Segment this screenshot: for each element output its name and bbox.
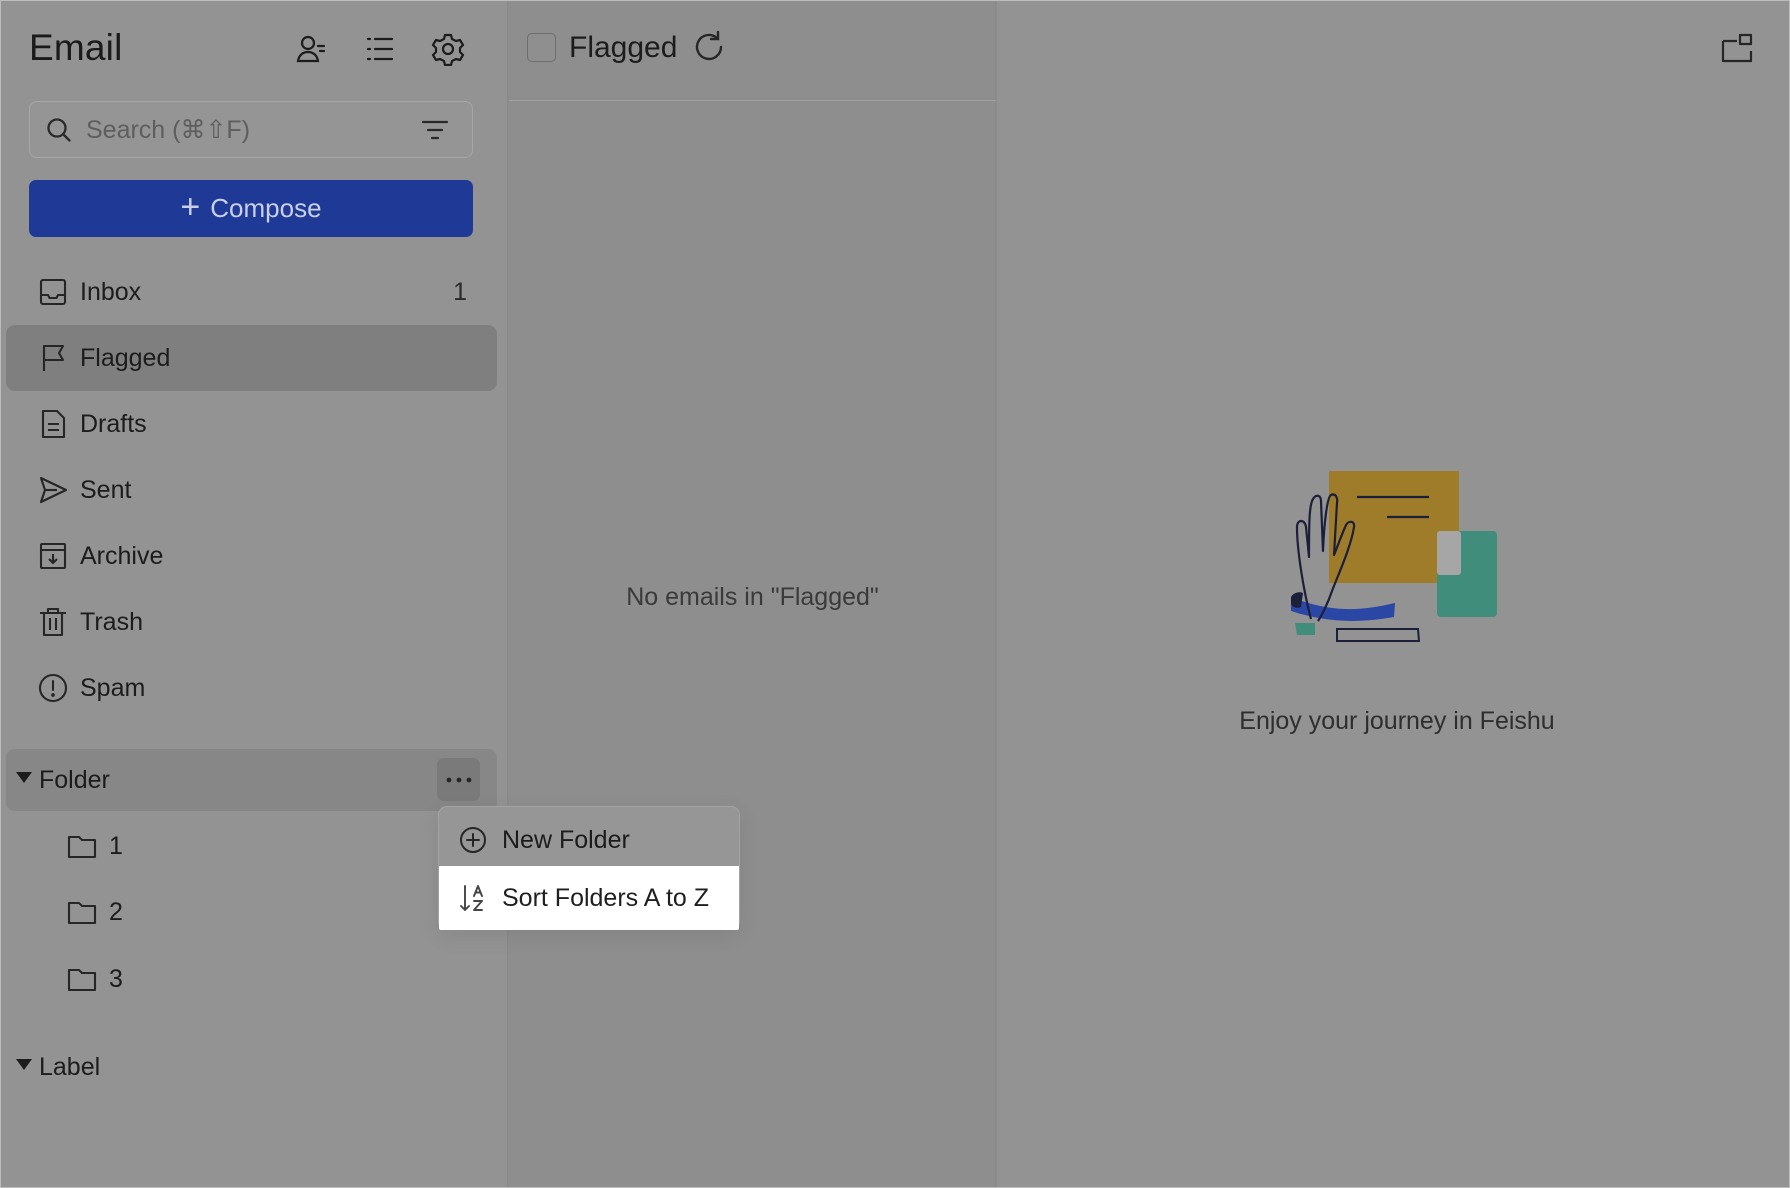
collapse-triangle-icon[interactable] — [16, 772, 32, 783]
send-icon — [39, 476, 68, 504]
email-app: Email Search (⌘⇧F) + Compose Inbox 1 Fla… — [0, 0, 1790, 1188]
nav-item-label: Drafts — [80, 409, 147, 438]
label-section-label: Label — [39, 1052, 101, 1081]
plus-icon: + — [180, 188, 201, 226]
refresh-icon[interactable] — [691, 29, 727, 65]
menu-item-sort-folders[interactable]: Sort Folders A to Z — [439, 866, 739, 930]
folder-icon — [67, 968, 97, 992]
inbox-icon — [39, 278, 67, 306]
nav-item-label: Archive — [80, 541, 164, 570]
empty-state-illustration — [1291, 471, 1497, 642]
nav-item-trash[interactable]: Trash — [6, 589, 497, 655]
sidebar: Email Search (⌘⇧F) + Compose Inbox 1 Fla… — [1, 1, 508, 1187]
folder-label: 1 — [109, 831, 123, 860]
folder-more-button[interactable] — [437, 758, 480, 801]
nav-item-drafts[interactable]: Drafts — [6, 391, 497, 457]
folder-item[interactable]: 1 — [6, 813, 426, 879]
folder-icon — [67, 835, 97, 859]
folder-label: 2 — [109, 897, 123, 926]
folder-item[interactable]: 3 — [6, 946, 426, 1012]
app-title: Email — [29, 27, 123, 68]
nav-item-label: Trash — [80, 607, 143, 636]
sidebar-header: Email — [29, 21, 479, 77]
nav-item-label: Flagged — [80, 343, 171, 372]
archive-icon — [39, 542, 67, 570]
mailbox-nav: Inbox 1 Flagged Drafts Sent Archive Tras… — [1, 259, 508, 721]
folder-icon — [67, 901, 97, 925]
menu-item-label: Sort Folders A to Z — [502, 883, 710, 912]
nav-item-archive[interactable]: Archive — [6, 523, 497, 589]
list-title: Flagged — [569, 31, 678, 64]
compose-button[interactable]: + Compose — [29, 180, 473, 237]
search-input[interactable] — [86, 112, 406, 148]
nav-item-flagged[interactable]: Flagged — [6, 325, 497, 391]
plus-circle-icon — [460, 827, 486, 853]
inbox-count-badge: 1 — [453, 277, 467, 306]
search-box[interactable] — [29, 101, 473, 158]
popout-window-icon[interactable] — [1717, 29, 1757, 69]
collapse-triangle-icon[interactable] — [16, 1059, 32, 1070]
spam-icon — [38, 673, 68, 703]
welcome-message: Enjoy your journey in Feishu — [1239, 707, 1555, 735]
more-dots-icon — [446, 777, 471, 782]
sort-az-icon — [460, 885, 483, 911]
nav-item-label: Spam — [80, 673, 146, 702]
nav-item-label: Inbox — [80, 277, 142, 306]
menu-item-label: New Folder — [502, 825, 630, 854]
contacts-icon[interactable] — [291, 29, 331, 69]
folder-item[interactable]: 2 — [6, 879, 426, 945]
folder-label: 3 — [109, 964, 123, 993]
folder-section-header[interactable]: Folder — [6, 749, 497, 811]
message-view-pane: Enjoy your journey in Feishu — [997, 1, 1789, 1187]
nav-item-spam[interactable]: Spam — [6, 655, 497, 721]
trash-icon — [40, 607, 66, 637]
select-all-checkbox[interactable] — [527, 33, 556, 62]
nav-item-sent[interactable]: Sent — [6, 457, 497, 523]
draft-icon — [41, 409, 66, 439]
nav-item-label: Sent — [80, 475, 132, 504]
message-list-pane: Flagged No emails in "Flagged" — [509, 1, 996, 1187]
message-list-header: Flagged — [509, 1, 996, 101]
list-view-icon[interactable] — [360, 29, 400, 69]
compose-label: Compose — [210, 193, 322, 223]
filter-icon[interactable] — [420, 115, 450, 145]
flag-icon — [42, 344, 65, 371]
empty-list-message: No emails in "Flagged" — [626, 583, 879, 611]
menu-item-new-folder[interactable]: New Folder — [439, 810, 739, 870]
folder-context-menu: New Folder Sort Folders A to Z — [438, 806, 740, 930]
folder-section-label: Folder — [39, 765, 110, 794]
nav-item-inbox[interactable]: Inbox 1 — [6, 259, 497, 325]
label-section-header[interactable]: Label — [6, 1036, 497, 1098]
search-icon — [47, 118, 71, 142]
settings-gear-icon[interactable] — [428, 29, 468, 69]
